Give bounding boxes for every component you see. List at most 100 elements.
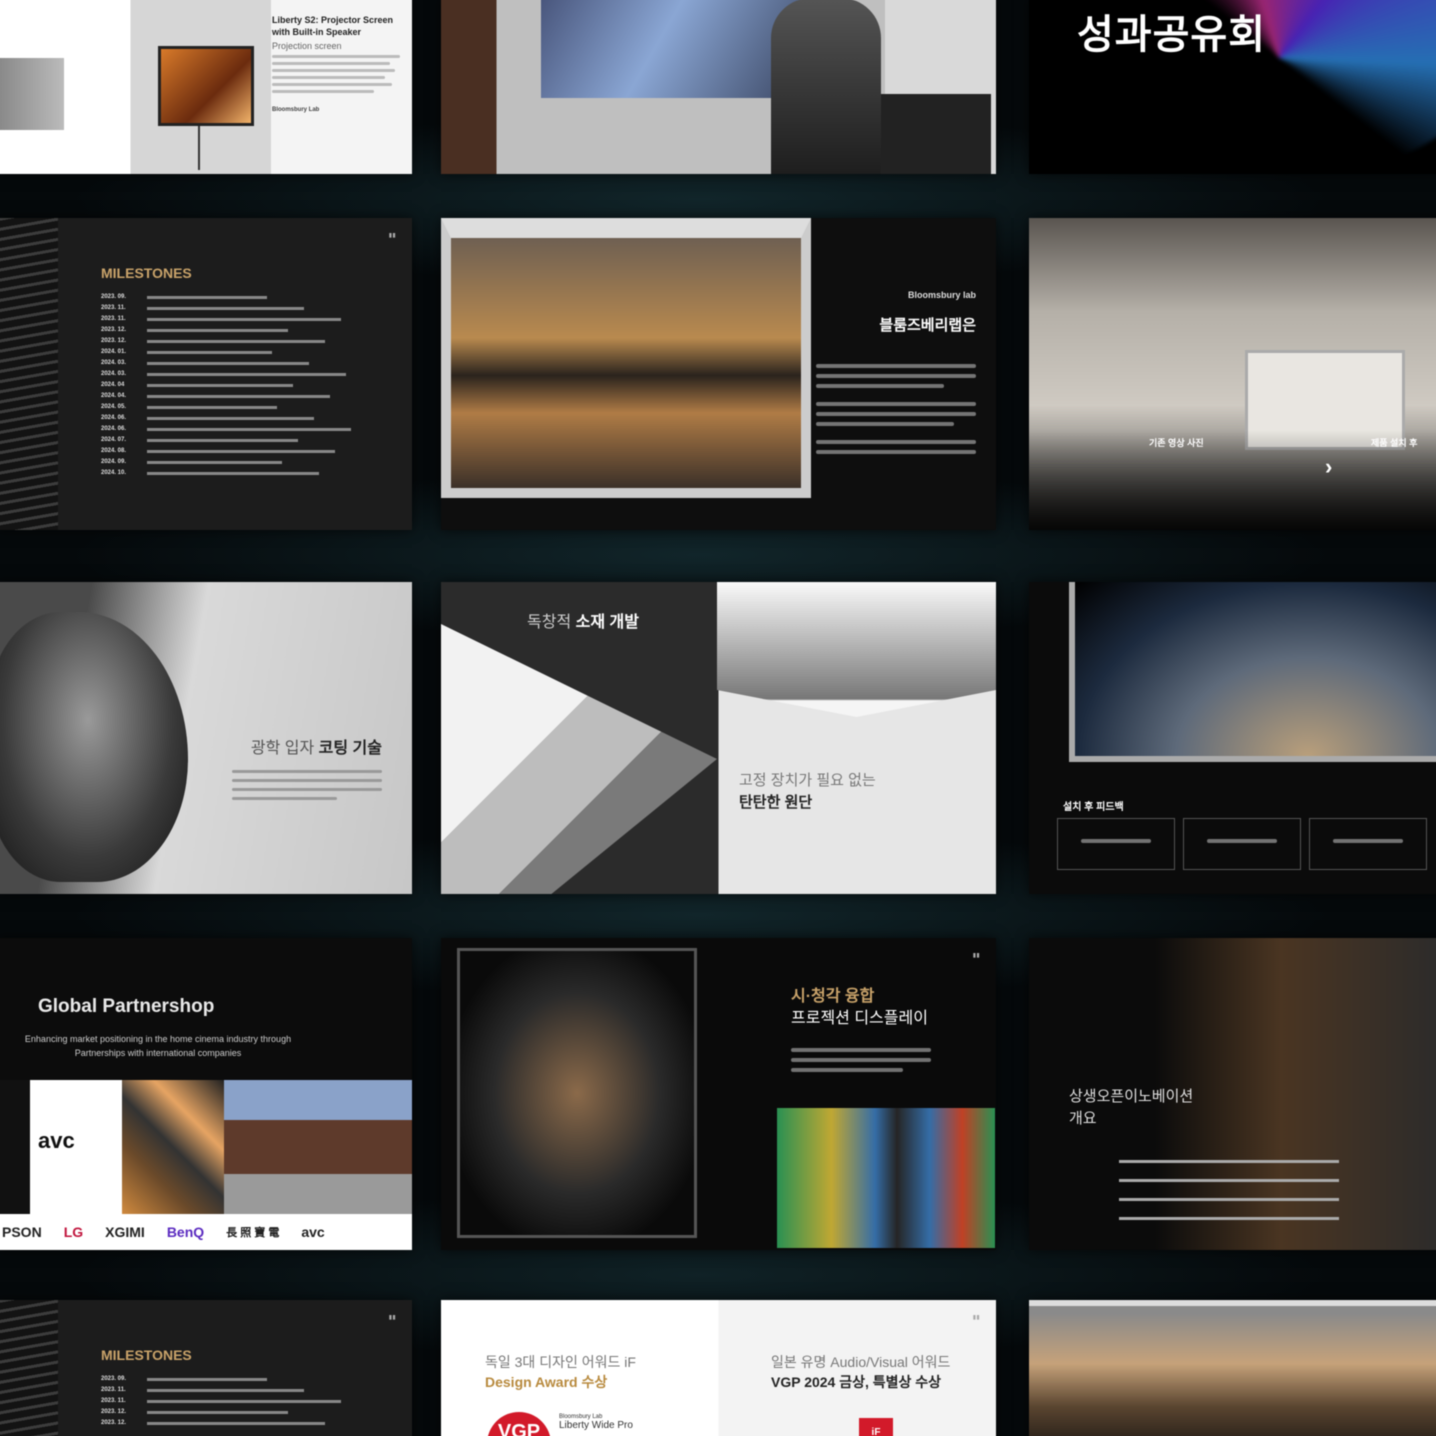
feedback-boxes xyxy=(1057,818,1427,870)
slide-milestones-2[interactable]: ▮▮ MILESTONES 2023. 09. 2023. 11. 2023. 11… xyxy=(0,1300,412,1436)
milestone-row: 2024. 05. xyxy=(101,404,361,415)
milestone-date: 2024. 01. xyxy=(101,349,127,355)
milestone-date: 2023. 12. xyxy=(101,338,127,344)
spray-gun-photo xyxy=(0,612,188,882)
milestone-date: 2024. 10. xyxy=(101,470,127,476)
slide-awards[interactable]: ▮▮ 독일 3대 디자인 어워드 iF Design Award 수상 일본 유… xyxy=(441,1300,996,1436)
brand-logo: PSON xyxy=(2,1224,42,1240)
partnership-subtitle: Enhancing market positioning in the home… xyxy=(24,1034,292,1058)
milestones-heading: MILESTONES xyxy=(101,1347,192,1363)
feedback-box xyxy=(1183,818,1301,870)
milestone-row: 2024. 06. xyxy=(101,415,361,426)
milestone-date: 2023. 12. xyxy=(101,1420,127,1426)
person-photo xyxy=(771,0,881,174)
feedback-box xyxy=(1057,818,1175,870)
earth-screen-photo xyxy=(1069,582,1436,762)
product-text: Liberty S2: Projector Screen with Built-… xyxy=(272,14,400,113)
brand-logo-strip: PSON LG XGIMI BenQ 長 照 寶 電 avc xyxy=(0,1214,412,1250)
slide-av-fusion[interactable]: ▮▮ 시·청각 융합 프로젝션 디스플레이 xyxy=(441,938,996,1250)
slide-projector-screen[interactable]: Liberty S2: Projector Screen with Built-… xyxy=(0,0,412,174)
milestone-row: 2023. 11. xyxy=(101,1398,361,1409)
coating-text xyxy=(232,764,382,806)
milestone-row: 2023. 12. xyxy=(101,1409,361,1420)
slide-logo: ▮▮ xyxy=(972,1315,980,1321)
lake-sunset-photo xyxy=(441,218,811,498)
milestone-date: 2023. 09. xyxy=(101,294,127,300)
sound-display-render xyxy=(457,948,697,1238)
product-footer: Bloomsbury Lab xyxy=(272,107,320,113)
milestone-row: 2023. 12. xyxy=(101,338,361,349)
milestone-date: 2024. 04 xyxy=(101,382,125,388)
milestone-date: 2024. 06. xyxy=(101,426,127,432)
milestone-row: 2023. 11. xyxy=(101,1387,361,1398)
projected-image xyxy=(541,0,801,98)
feedback-heading: 설치 후 피드백 xyxy=(1063,802,1124,813)
slide-company-intro[interactable]: Bloomsbury lab 블룸즈베리랩은 xyxy=(441,218,996,530)
fusion-text xyxy=(791,1042,931,1078)
projector-screen-photo xyxy=(158,46,254,126)
milestone-row: 2024. 07. xyxy=(101,437,361,448)
milestone-row: 2024. 01. xyxy=(101,349,361,360)
product-subtitle: Projection screen xyxy=(272,41,342,51)
milestone-row: 2023. 12. xyxy=(101,327,361,338)
milestone-row: 2023. 09. xyxy=(101,1376,361,1387)
milestone-date: 2024. 04. xyxy=(101,393,127,399)
slide-material-dev[interactable]: 독창적 소재 개발 고정 장치가 필요 없는 탄탄한 원단 xyxy=(441,582,996,894)
slide-logo: ▮▮ xyxy=(388,233,396,239)
brand-logo: BenQ xyxy=(166,1224,205,1240)
coating-heading: 광학 입자 코팅 기술 xyxy=(250,740,382,757)
company-intro-text xyxy=(816,358,976,460)
milestone-row: 2023. 11. xyxy=(101,305,361,316)
milestone-date: 2024. 06. xyxy=(101,415,127,421)
partnership-heading: Global Partnershop xyxy=(38,996,215,1017)
slide-title[interactable]: 성과공유회 xyxy=(1029,0,1436,174)
milestone-date: 2024. 03. xyxy=(101,360,127,366)
slide-title-heading: 성과공유회 xyxy=(1077,13,1266,57)
milestone-date: 2023. 12. xyxy=(101,327,127,333)
milestone-row: 2023. 11. xyxy=(101,316,361,327)
milestone-row: 2024. 03. xyxy=(101,371,361,382)
slide-coating-tech[interactable]: 광학 입자 코팅 기술 xyxy=(0,582,412,894)
milestones-heading: MILESTONES xyxy=(101,265,192,281)
milestone-row: 2024. 10. xyxy=(101,470,361,481)
milestone-row: 2024. 04. xyxy=(101,393,361,404)
award-product: Bloomsbury Lab Liberty Wide Pro xyxy=(559,1414,633,1431)
milestone-row: 2023. 12. xyxy=(101,1420,361,1431)
milestone-date: 2023. 11. xyxy=(101,1398,126,1404)
milestone-date: 2023. 11. xyxy=(101,305,126,311)
brand-logo: avc xyxy=(301,1224,325,1240)
vgp-badge: VGP xyxy=(487,1412,551,1436)
slide-global-partnership[interactable]: Global Partnershop Enhancing market posi… xyxy=(0,938,412,1250)
milestone-date: 2024. 09. xyxy=(101,459,127,465)
milestone-date: 2024. 05. xyxy=(101,404,127,410)
milestone-date: 2024. 07. xyxy=(101,437,127,443)
product-title: Liberty S2: Projector Screen with Built-… xyxy=(272,15,394,37)
milestone-date: 2023. 12. xyxy=(101,1409,127,1415)
screen-frame-photo xyxy=(0,58,64,130)
brand-logo: LG xyxy=(63,1224,84,1240)
milestone-row: 2024. 06. xyxy=(101,426,361,437)
after-label: 제품 설치 후 xyxy=(1371,438,1418,448)
milestone-date: 2024. 08. xyxy=(101,448,127,454)
arrow-icon: › xyxy=(1325,454,1333,479)
feedback-box xyxy=(1309,818,1427,870)
partner-photos: avc xyxy=(0,1080,412,1214)
slide-demo-room[interactable] xyxy=(441,0,996,174)
slide-feedback[interactable]: 설치 후 피드백 xyxy=(1029,582,1436,894)
fabric-heading: 고정 장치가 필요 없는 탄탄한 원단 xyxy=(739,772,876,811)
if-badge: iF xyxy=(859,1418,893,1436)
milestone-date: 2023. 11. xyxy=(101,316,126,322)
slide-sunset-photo[interactable] xyxy=(1029,1300,1436,1436)
brand-logo: 長 照 寶 電 xyxy=(226,1227,280,1239)
slide-theater-installation[interactable]: 기존 영상 사진 › 제품 설치 후 xyxy=(1029,218,1436,530)
light-rays xyxy=(0,1300,58,1436)
slide-milestones[interactable]: ▮▮ MILESTONES 2023. 09. 2023. 11. 2023. 11… xyxy=(0,218,412,530)
milestone-date: 2024. 03. xyxy=(101,371,127,377)
if-award-heading: 독일 3대 디자인 어워드 iF Design Award 수상 xyxy=(485,1354,636,1390)
company-logo: Bloomsbury lab xyxy=(907,290,976,300)
brand-logo: XGIMI xyxy=(105,1224,145,1240)
company-intro-heading: 블룸즈베리랩은 xyxy=(879,317,976,334)
collage-photo xyxy=(122,1080,224,1214)
slide-open-innovation[interactable]: 상생오픈이노베이션 개요 xyxy=(1029,938,1436,1250)
storefront-photo xyxy=(224,1080,412,1214)
